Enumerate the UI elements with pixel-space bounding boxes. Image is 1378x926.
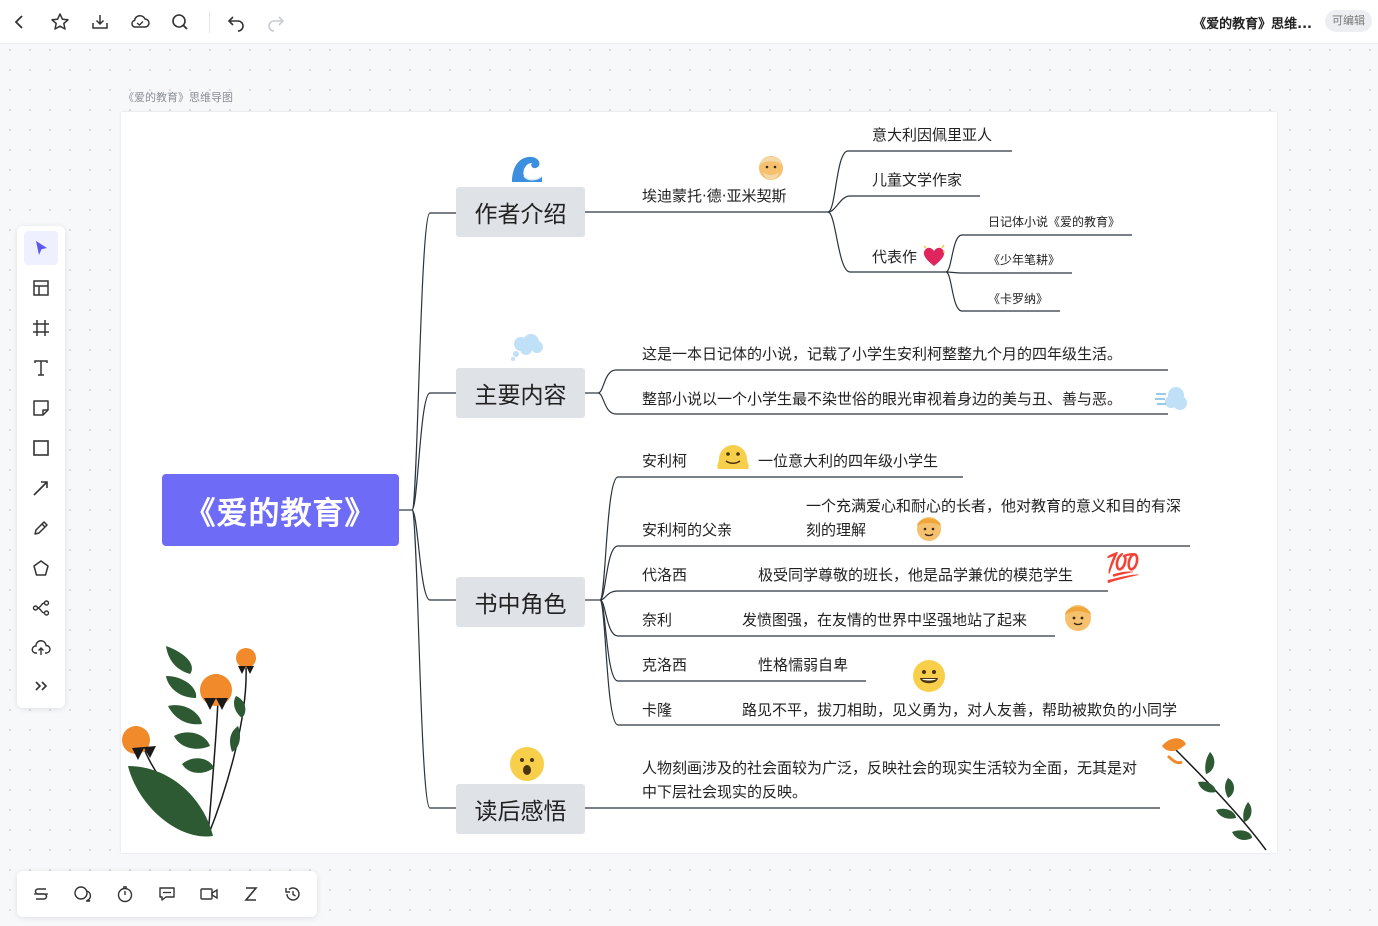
rectangle-tool[interactable]: [24, 431, 58, 465]
more-icon: [35, 681, 48, 691]
character-desc[interactable]: 一位意大利的四年级小学生: [758, 451, 938, 471]
character-name[interactable]: 安利柯的父亲: [642, 520, 732, 540]
back-icon[interactable]: [6, 8, 34, 36]
left-toolbar: [17, 226, 65, 708]
character-name[interactable]: 奈利: [642, 610, 672, 630]
upload-icon: [31, 640, 51, 655]
old-man-emoji-icon[interactable]: [756, 152, 786, 184]
line-tool[interactable]: [24, 471, 58, 505]
author-works-label[interactable]: 代表作: [872, 247, 917, 267]
reflection-text[interactable]: 人物刻画涉及的社会面较为广泛，反映社会的现实生活较为全面，无其是对中下层社会现实…: [642, 756, 1147, 804]
comments-icon[interactable]: [68, 879, 98, 909]
text-icon: [34, 360, 48, 376]
template-icon: [33, 280, 49, 296]
flower-plant-decoration: [122, 646, 256, 837]
node-reflection[interactable]: 读后感悟: [456, 784, 585, 834]
frame-label[interactable]: 《爱的教育》思维导图: [123, 89, 233, 105]
work-item[interactable]: 日记体小说《爱的教育》: [988, 212, 1120, 232]
melting-face-icon[interactable]: [716, 441, 750, 473]
content-line[interactable]: 这是一本日记体的小说，记载了小学生安利柯整整九个月的四年级生活。: [642, 344, 1122, 364]
strike-icon[interactable]: [26, 879, 56, 909]
work-item[interactable]: 《少年笔耕》: [988, 250, 1060, 270]
young-man-emoji-icon[interactable]: [1062, 601, 1094, 633]
history-icon[interactable]: [278, 879, 308, 909]
character-name[interactable]: 代洛西: [642, 565, 687, 585]
edit-permission-badge[interactable]: 可编辑: [1325, 10, 1372, 32]
polygon-tool[interactable]: [24, 551, 58, 585]
line-icon: [33, 481, 48, 496]
character-name[interactable]: 卡隆: [642, 700, 672, 720]
rectangle-icon: [33, 440, 49, 456]
select-icon: [36, 241, 47, 255]
wave-icon[interactable]: [510, 154, 544, 184]
upload-tool[interactable]: [24, 631, 58, 665]
author-origin[interactable]: 意大利因佩里亚人: [872, 125, 992, 145]
character-desc[interactable]: 性格懦弱自卑: [758, 655, 848, 675]
toolbar-divider: [209, 11, 210, 33]
hundred-points-glyph: 💯: [1105, 551, 1141, 584]
undo-icon[interactable]: [222, 8, 250, 36]
astonished-face-icon[interactable]: [510, 747, 544, 781]
bottom-toolbar: [17, 871, 317, 917]
sticky-note-tool[interactable]: [24, 391, 58, 425]
sparkling-heart-icon[interactable]: [921, 243, 947, 269]
redo-icon[interactable]: [262, 8, 290, 36]
node-main-content[interactable]: 主要内容: [456, 368, 585, 418]
boy-emoji-icon[interactable]: [914, 512, 944, 544]
node-author-intro[interactable]: 作者介绍: [456, 187, 585, 237]
frame-icon: [33, 320, 49, 336]
text-tool[interactable]: [24, 351, 58, 385]
author-role[interactable]: 儿童文学作家: [872, 170, 962, 190]
character-desc[interactable]: 一个充满爱心和耐心的长者，他对教育的意义和目的有深刻的理解: [806, 494, 1181, 542]
cloud-icon[interactable]: [126, 8, 154, 36]
author-name[interactable]: 埃迪蒙托·德·亚米契斯: [642, 186, 787, 206]
character-name[interactable]: 安利柯: [642, 451, 687, 471]
thought-cloud-icon[interactable]: [509, 332, 545, 362]
timer-icon[interactable]: [110, 879, 140, 909]
dash-wind-icon[interactable]: [1154, 382, 1190, 416]
template-tool[interactable]: [24, 271, 58, 305]
sleep-icon[interactable]: [236, 879, 266, 909]
video-icon[interactable]: [194, 879, 224, 909]
node-characters[interactable]: 书中角色: [456, 577, 585, 627]
top-toolbar: 《爱的教育》思维... 可编辑: [0, 0, 1378, 44]
more-tools[interactable]: [24, 669, 58, 703]
select-tool[interactable]: [24, 231, 58, 265]
character-desc[interactable]: 极受同学尊敬的班长，他是品学兼优的模范学生: [758, 565, 1073, 585]
branch-decoration: [1162, 738, 1267, 851]
work-item[interactable]: 《卡罗纳》: [988, 289, 1048, 309]
character-desc[interactable]: 发愤图强，在友情的世界中坚强地站了起来: [742, 610, 1027, 630]
polygon-icon: [33, 560, 49, 576]
frame-tool[interactable]: [24, 311, 58, 345]
root-node[interactable]: 《爱的教育》: [162, 474, 399, 546]
content-line[interactable]: 整部小说以一个小学生最不染世俗的眼光审视着身边的美与丑、善与恶。: [642, 389, 1122, 409]
pen-tool[interactable]: [24, 511, 58, 545]
character-name[interactable]: 克洛西: [642, 655, 687, 675]
sticky-note-icon: [33, 400, 49, 416]
star-icon[interactable]: [46, 8, 74, 36]
search-icon[interactable]: [166, 8, 194, 36]
hundred-points-icon[interactable]: 💯: [1104, 552, 1142, 584]
mindmap-tool[interactable]: [24, 591, 58, 625]
character-desc[interactable]: 路见不平，拔刀相助，见义勇为，对人友善，帮助被欺负的小同学: [742, 700, 1177, 720]
download-icon[interactable]: [86, 8, 114, 36]
document-title[interactable]: 《爱的教育》思维...: [1193, 13, 1312, 32]
chat-icon[interactable]: [152, 879, 182, 909]
pen-icon: [34, 521, 48, 535]
grinning-face-icon[interactable]: [913, 660, 945, 692]
mindmap-icon: [32, 600, 50, 616]
